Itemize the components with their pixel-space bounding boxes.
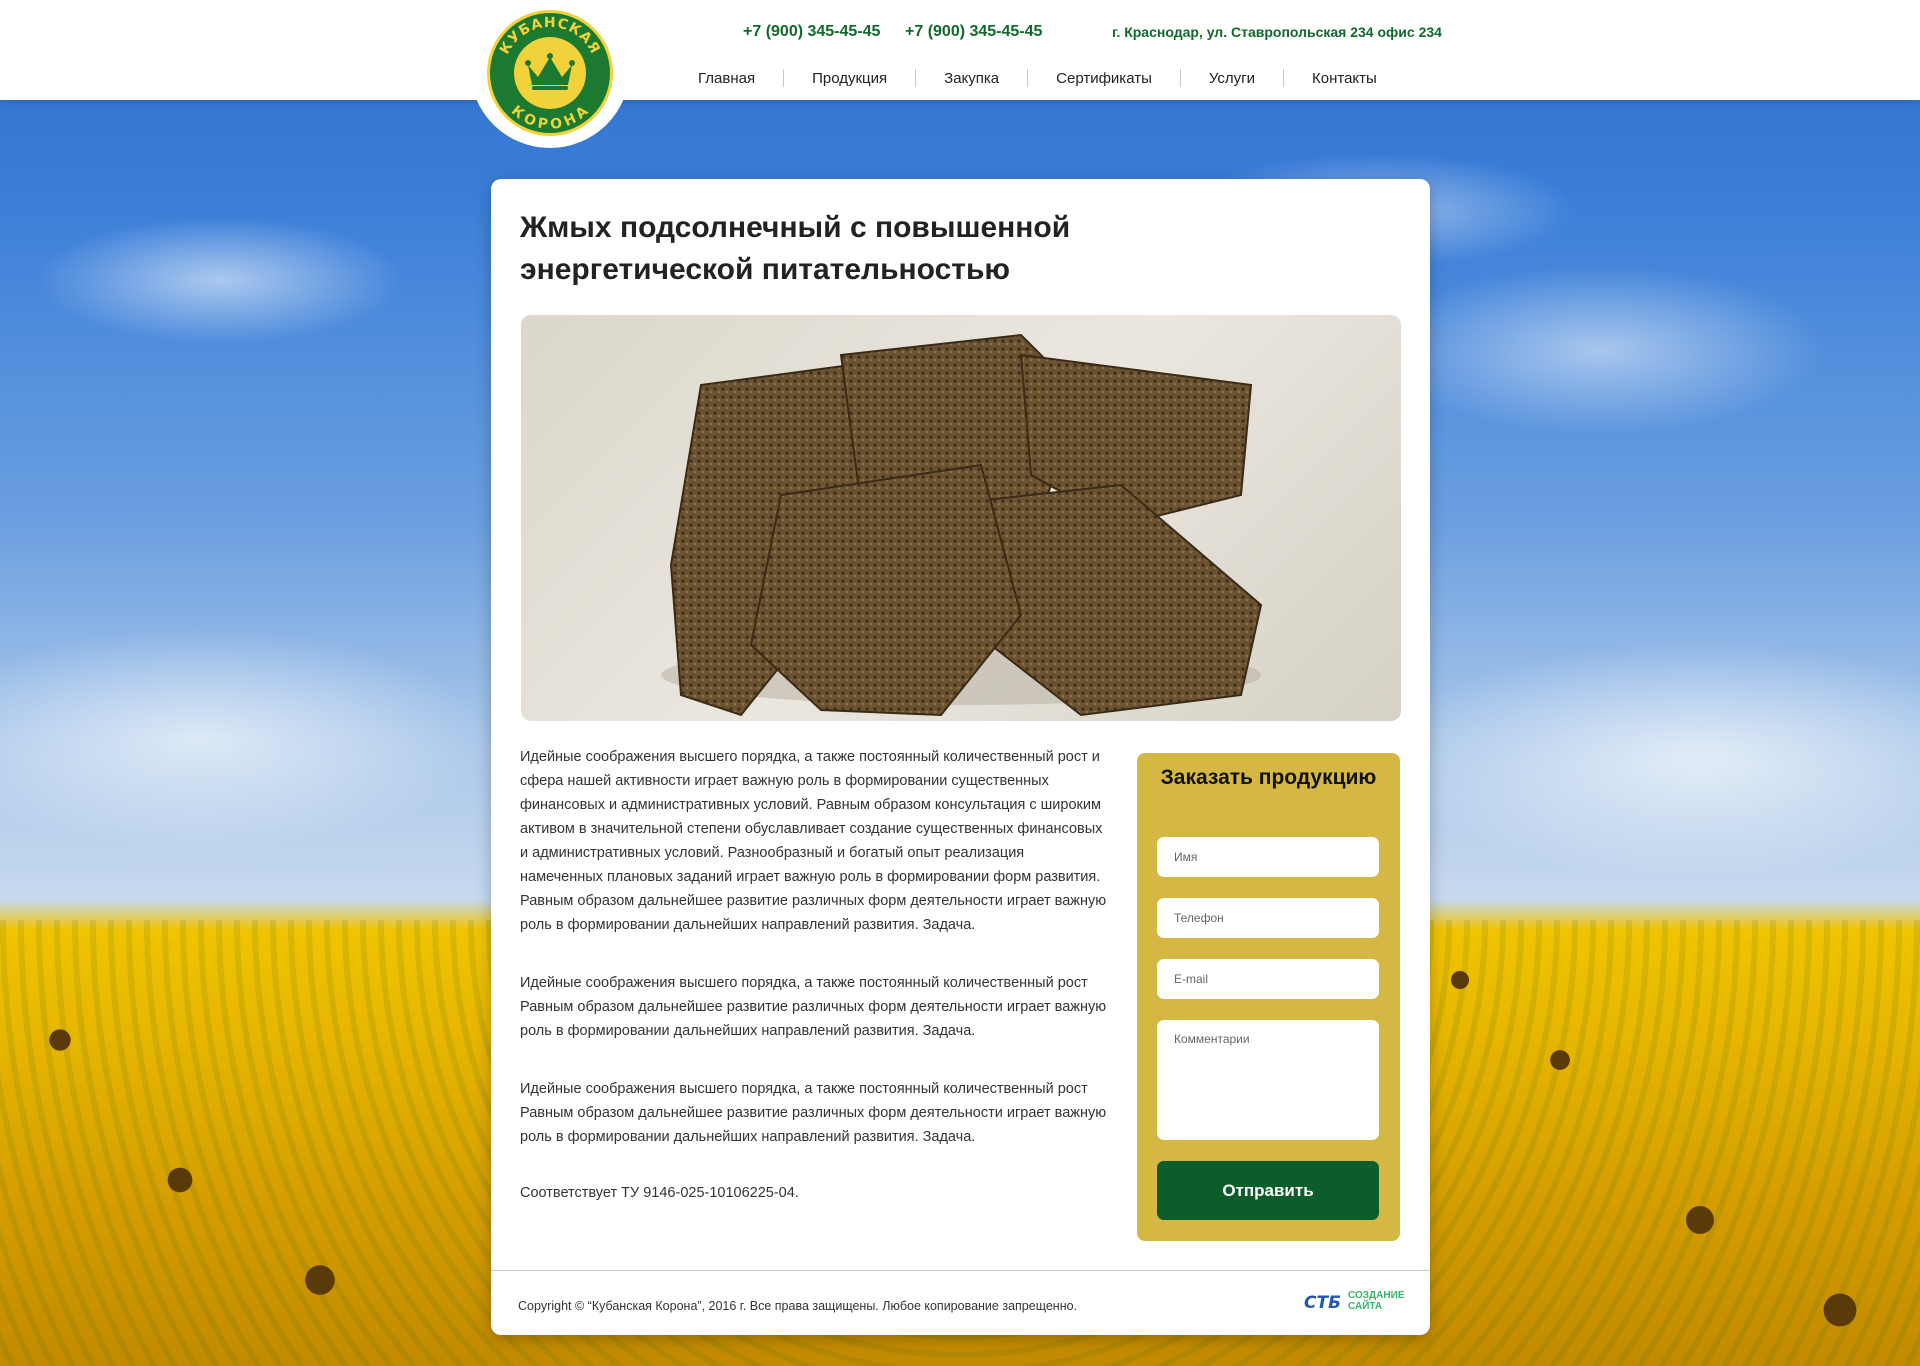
description-paragraph: Идейные соображения высшего порядка, а т…: [520, 749, 1103, 885]
email-field[interactable]: [1157, 959, 1379, 999]
site-logo[interactable]: КУБАНСКАЯ КОРОНА: [487, 10, 613, 136]
page-title: Жмых подсолнечный с повышенной энергетич…: [520, 211, 1071, 286]
description-paragraph: Равным образом дальнейшее развитие разли…: [520, 999, 1107, 1039]
address: г. Краснодар, ул. Ставропольская 234 офи…: [1112, 24, 1442, 40]
nav-item-products[interactable]: Продукция: [784, 70, 915, 87]
logo-medallion: [514, 37, 586, 109]
crown-icon: [525, 53, 575, 90]
comment-field[interactable]: [1157, 1020, 1379, 1140]
product-image: [521, 315, 1401, 721]
site-header: +7 (900) 345-45-45 +7 (900) 345-45-45 г.…: [0, 0, 1920, 100]
description-paragraph: Равным образом дальнейшее развитие разли…: [520, 893, 1107, 933]
studio-logo-text: СТБ: [1304, 1293, 1341, 1312]
main-nav: Главная Продукция Закупка Сертификаты Ус…: [670, 66, 1405, 90]
footer-divider: [491, 1270, 1430, 1271]
sunflower-cake-illustration: [661, 333, 1263, 717]
product-card: Жмых подсолнечный с повышенной энергетич…: [491, 179, 1430, 1335]
phone-number-2[interactable]: +7 (900) 345-45-45: [905, 23, 1042, 41]
order-form: Заказать продукцию Отправить: [1137, 753, 1400, 1241]
studio-link[interactable]: СТБ СОЗДАНИЕ САЙТА: [1304, 1290, 1404, 1312]
submit-button[interactable]: Отправить: [1157, 1161, 1379, 1220]
nav-item-purchase[interactable]: Закупка: [916, 70, 1027, 87]
nav-item-certificates[interactable]: Сертификаты: [1028, 70, 1180, 87]
nav-item-contacts[interactable]: Контакты: [1284, 70, 1405, 87]
spec-compliance: Соответствует ТУ 9146-025-10106225-04.: [520, 1185, 799, 1201]
copyright: Copyright © “Кубанская Корона”, 2016 г. …: [518, 1299, 1078, 1313]
nav-item-services[interactable]: Услуги: [1181, 70, 1283, 87]
studio-label: СОЗДАНИЕ САЙТА: [1348, 1290, 1405, 1312]
nav-item-home[interactable]: Главная: [670, 70, 783, 87]
order-form-heading: Заказать продукцию: [1160, 766, 1377, 789]
name-field[interactable]: [1157, 837, 1379, 877]
description-paragraph: Идейные соображения высшего порядка, а т…: [520, 1081, 1088, 1097]
description-paragraph: Идейные соображения высшего порядка, а т…: [520, 975, 1088, 991]
phone-field[interactable]: [1157, 898, 1379, 938]
description-paragraph: Равным образом дальнейшее развитие разли…: [520, 1105, 1107, 1145]
product-description: Идейные соображения высшего порядка, а т…: [520, 745, 1110, 1205]
studio-logo-icon: СТБ: [1304, 1293, 1341, 1312]
phone-number-1[interactable]: +7 (900) 345-45-45: [743, 23, 880, 41]
